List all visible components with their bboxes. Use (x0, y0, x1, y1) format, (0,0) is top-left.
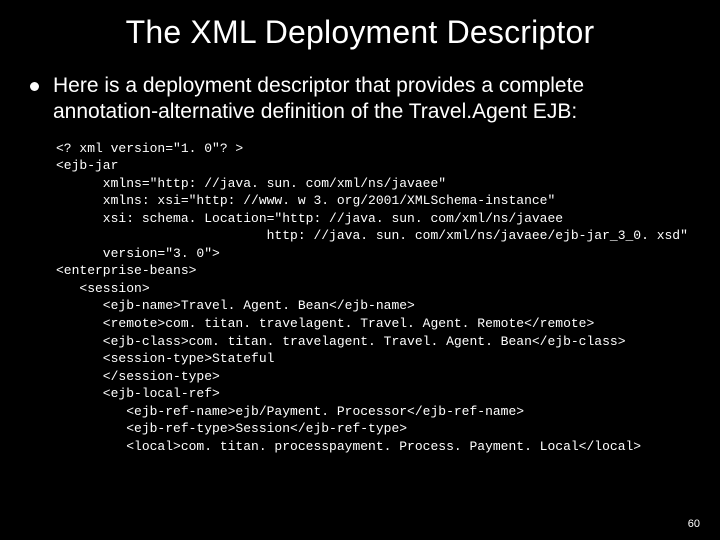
code-block: <? xml version="1. 0"? > <ejb-jar xmlns=… (56, 140, 690, 456)
body-row: Here is a deployment descriptor that pro… (30, 73, 690, 126)
bullet-icon (30, 82, 39, 91)
slide: The XML Deployment Descriptor Here is a … (0, 0, 720, 540)
body-text: Here is a deployment descriptor that pro… (53, 73, 690, 126)
page-number: 60 (688, 518, 700, 530)
slide-title: The XML Deployment Descriptor (30, 14, 690, 51)
